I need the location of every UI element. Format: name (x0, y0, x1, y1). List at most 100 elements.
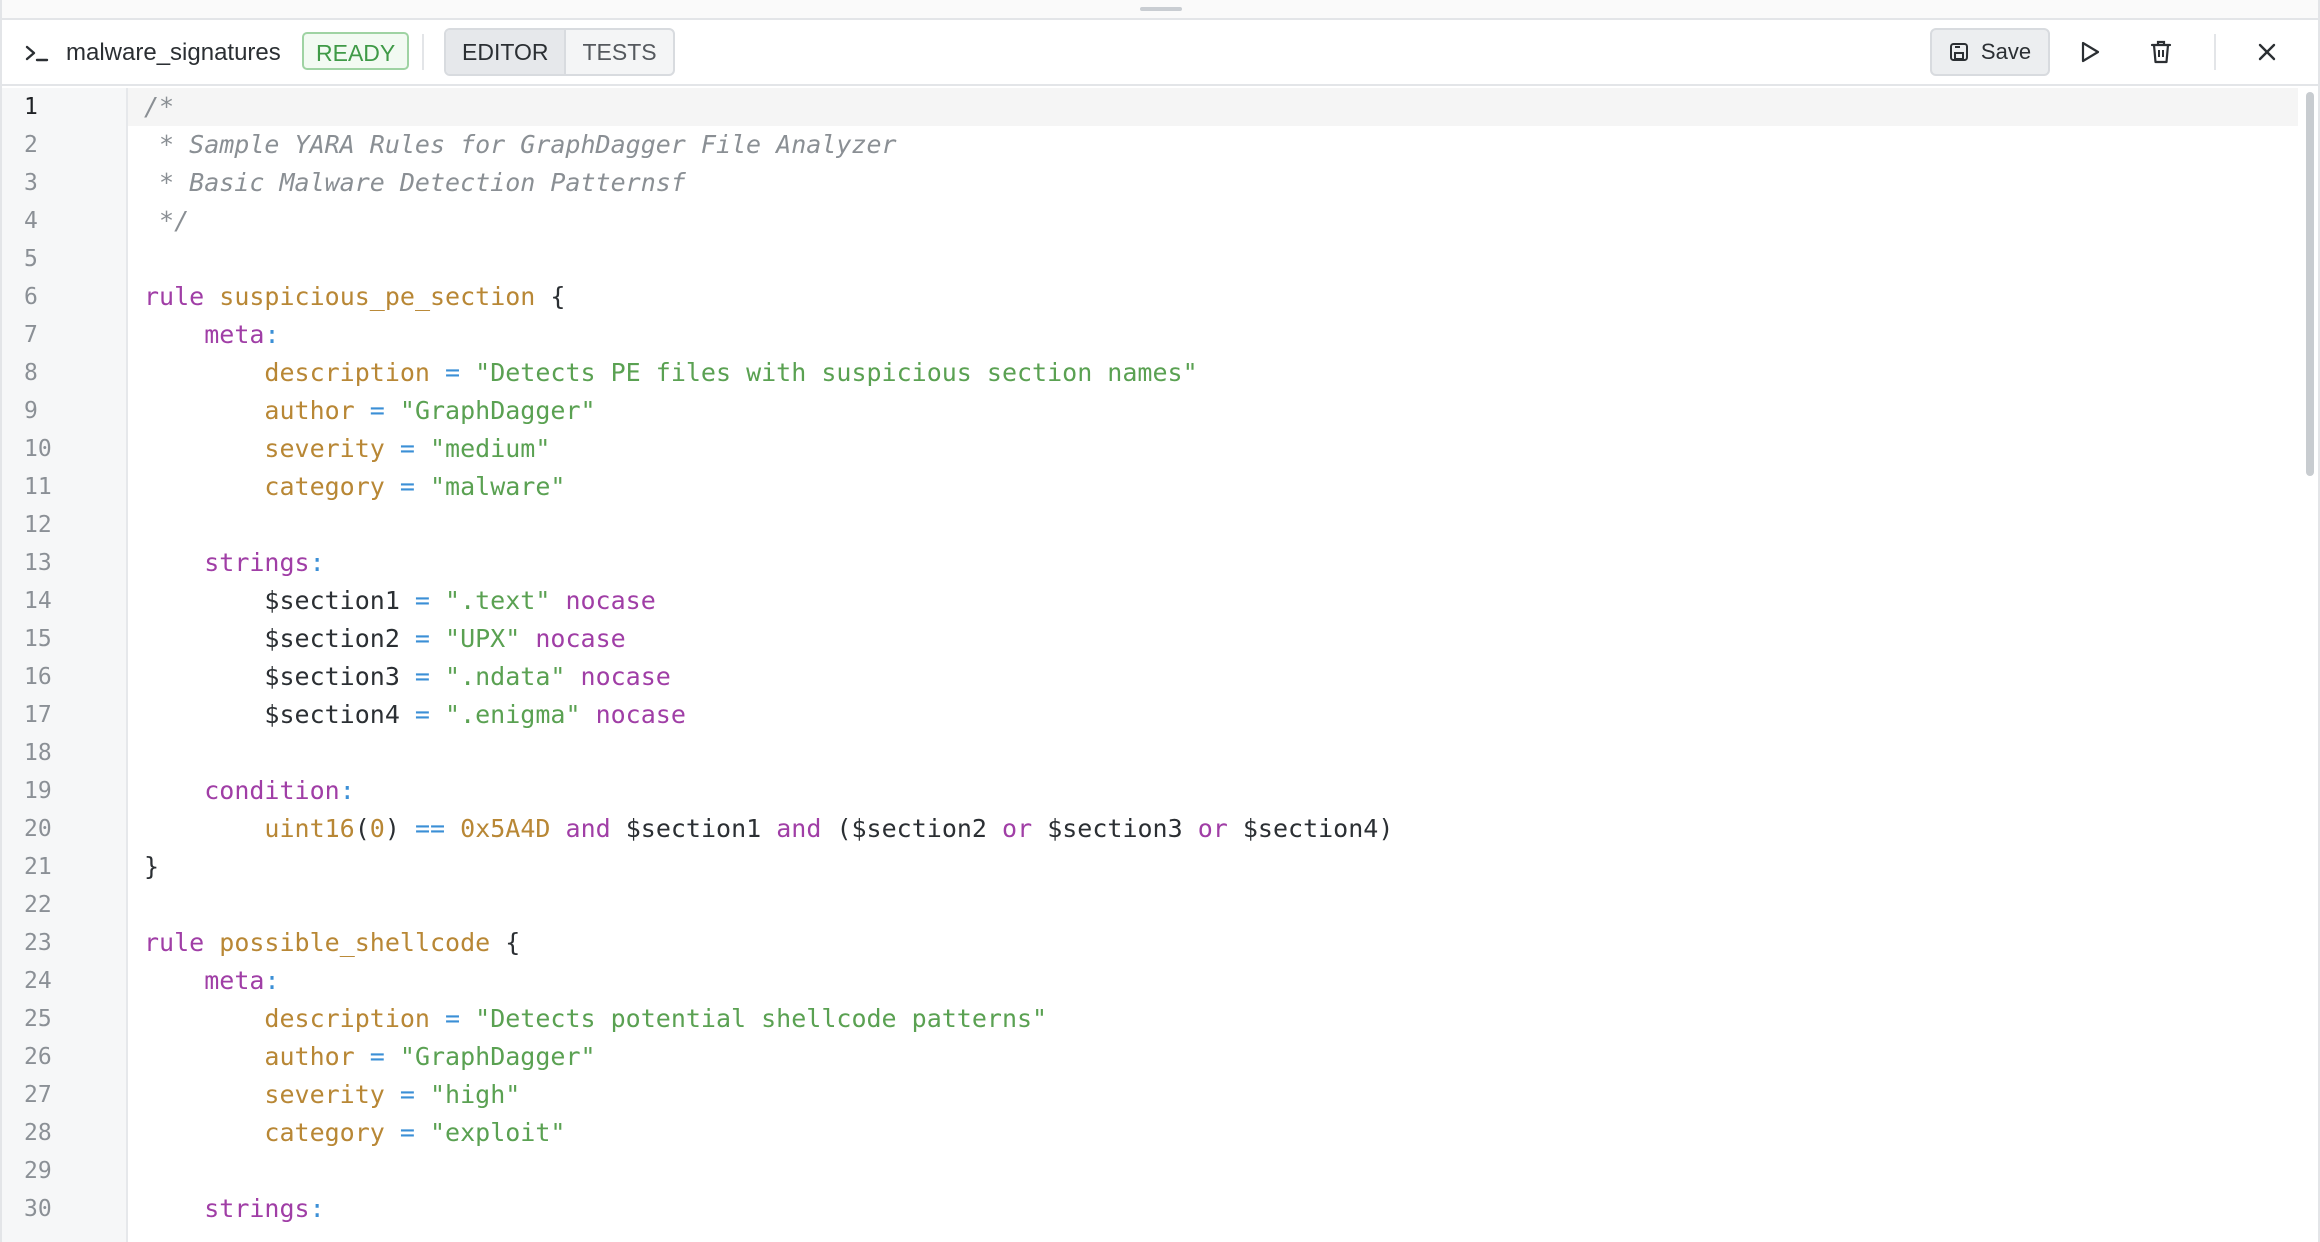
code-line[interactable]: severity = "medium" (128, 430, 2298, 468)
code-line[interactable]: $section1 = ".text" nocase (128, 582, 2298, 620)
code-line[interactable] (128, 734, 2298, 772)
code-line[interactable]: meta: (128, 962, 2298, 1000)
code-token: $section3 (1032, 814, 1198, 843)
code-token: : (264, 966, 280, 995)
code-token: author (264, 396, 355, 425)
code-token: severity (264, 434, 385, 463)
line-number: 6 (24, 284, 38, 310)
code-line[interactable]: /* (128, 88, 2298, 126)
code-token: $section4 (144, 700, 400, 729)
code-token: == (414, 814, 446, 843)
code-area[interactable]: /* * Sample YARA Rules for GraphDagger F… (128, 88, 2298, 1242)
code-line-text: severity = "high" (144, 1076, 520, 1114)
code-token: "exploit" (430, 1118, 566, 1147)
code-line-text: rule suspicious_pe_section { (144, 278, 565, 316)
line-number: 26 (24, 1044, 52, 1070)
code-token: or (1197, 814, 1228, 843)
delete-button[interactable] (2143, 34, 2179, 70)
code-line[interactable]: * Sample YARA Rules for GraphDagger File… (128, 126, 2298, 164)
run-button[interactable] (2072, 34, 2108, 70)
code-token: $section1 (144, 586, 400, 615)
drag-handle[interactable] (1140, 7, 1182, 11)
close-button[interactable] (2249, 34, 2285, 70)
code-line[interactable]: meta: (128, 316, 2298, 354)
code-line[interactable]: description = "Detects potential shellco… (128, 1000, 2298, 1038)
code-token: : (339, 776, 355, 805)
code-line-text: uint16(0) == 0x5A4D and $section1 and ($… (144, 810, 1393, 848)
code-token: * Basic Malware Detection Patternsf (144, 168, 686, 197)
code-token: * Sample YARA Rules for GraphDagger File… (144, 130, 897, 159)
code-line[interactable]: strings: (128, 1190, 2298, 1228)
toolbar-divider (422, 34, 424, 70)
code-token: category (264, 472, 385, 501)
code-line[interactable]: category = "malware" (128, 468, 2298, 506)
line-number: 11 (24, 474, 52, 500)
code-token: $section4) (1227, 814, 1394, 843)
line-number-gutter: 1 2 3 4 5 6 7 8 9 10 11 12 13 14 15 16 17 18 19 20 21 22 23 24 2… (2, 88, 128, 1242)
code-line[interactable] (128, 886, 2298, 924)
code-line[interactable]: condition: (128, 772, 2298, 810)
save-button[interactable]: Save (1930, 28, 2050, 76)
code-line[interactable]: rule suspicious_pe_section { (128, 278, 2298, 316)
code-line[interactable]: } (128, 848, 2298, 886)
code-token: description (264, 358, 430, 387)
code-token: ($section2 (821, 814, 1003, 843)
code-line[interactable]: category = "exploit" (128, 1114, 2298, 1152)
code-token: ( (354, 814, 370, 843)
code-token: = (384, 472, 430, 501)
code-token: strings (204, 1194, 310, 1223)
vertical-scrollbar[interactable] (2306, 92, 2314, 476)
code-token: "Detects potential shellcode patterns" (475, 1004, 1048, 1033)
code-token: = (354, 396, 400, 425)
code-editor[interactable]: 1 2 3 4 5 6 7 8 9 10 11 12 13 14 15 16 17 18 19 20 21 22 23 24 2… (2, 88, 2318, 1242)
code-line[interactable]: $section3 = ".ndata" nocase (128, 658, 2298, 696)
code-token: "medium" (430, 434, 551, 463)
code-token: } (144, 852, 160, 881)
code-token: nocase (535, 624, 626, 653)
code-line-text: $section3 = ".ndata" nocase (144, 658, 670, 696)
code-token: "GraphDagger" (399, 1042, 596, 1071)
tab-editor[interactable]: EDITOR (446, 30, 567, 74)
save-button-label: Save (1980, 39, 2032, 64)
code-line-text: $section1 = ".text" nocase (144, 582, 655, 620)
line-number: 30 (24, 1196, 52, 1222)
code-token: $section3 (144, 662, 400, 691)
code-line[interactable] (128, 506, 2298, 544)
code-line[interactable]: author = "GraphDagger" (128, 392, 2298, 430)
code-line[interactable]: author = "GraphDagger" (128, 1038, 2298, 1076)
code-line[interactable]: severity = "high" (128, 1076, 2298, 1114)
code-line-text: strings: (144, 1190, 324, 1228)
line-number: 7 (24, 322, 38, 348)
status-badge: READY (302, 32, 410, 70)
code-line[interactable] (128, 1152, 2298, 1190)
code-token: 0 (369, 814, 385, 843)
code-line-text: category = "exploit" (144, 1114, 565, 1152)
line-number: 12 (24, 512, 52, 538)
line-number: 27 (24, 1082, 52, 1108)
code-line[interactable]: description = "Detects PE files with sus… (128, 354, 2298, 392)
yara-editor-window: malware_signatures READY EDITOR TESTS Sa… (0, 0, 2320, 1242)
code-line[interactable]: $section4 = ".enigma" nocase (128, 696, 2298, 734)
code-line[interactable]: */ (128, 202, 2298, 240)
code-token: { (535, 282, 566, 311)
code-token: : (264, 320, 280, 349)
code-token: ".text" (445, 586, 551, 615)
code-line[interactable]: * Basic Malware Detection Patternsf (128, 164, 2298, 202)
line-number: 3 (24, 170, 38, 196)
toolbar-divider-right (2214, 34, 2216, 70)
code-line[interactable]: rule possible_shellcode { (128, 924, 2298, 962)
code-line[interactable]: uint16(0) == 0x5A4D and $section1 and ($… (128, 810, 2298, 848)
resize-bar[interactable] (2, 0, 2318, 20)
code-line-text: /* (144, 88, 174, 126)
code-token: condition (204, 776, 340, 805)
code-line[interactable]: $section2 = "UPX" nocase (128, 620, 2298, 658)
code-line[interactable]: strings: (128, 544, 2298, 582)
code-token: category (264, 1118, 385, 1147)
tab-tests[interactable]: TESTS (566, 30, 672, 74)
code-line[interactable] (128, 240, 2298, 278)
